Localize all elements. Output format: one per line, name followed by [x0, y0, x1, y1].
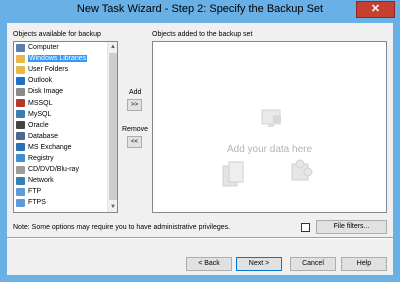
network-icon [16, 176, 25, 185]
libraries-icon [16, 54, 25, 63]
list-item-label: MySQL [28, 110, 52, 118]
window-title: New Task Wizard - Step 2: Specify the Ba… [76, 3, 324, 15]
list-item[interactable]: Network [14, 175, 108, 186]
available-objects-list[interactable]: Computer Windows Libraries User Folders Out… [13, 41, 118, 213]
registry-icon [16, 154, 25, 163]
documents-icon [222, 161, 244, 187]
file-filters-checkbox[interactable] [301, 223, 310, 232]
list-item-label: Database [28, 132, 58, 140]
list-item[interactable]: CD/DVD/Blu-ray [14, 164, 108, 175]
list-item-label: FTPS [28, 199, 46, 207]
user-folder-icon [16, 65, 25, 74]
list-item[interactable]: Windows Libraries [14, 53, 108, 64]
scroll-down-arrow[interactable]: ▼ [108, 202, 117, 212]
database-icon [16, 132, 25, 141]
exchange-icon [16, 143, 25, 152]
list-item-label: MSSQL [28, 99, 53, 107]
list-item[interactable]: FTP [14, 186, 108, 197]
mssql-icon [16, 99, 25, 108]
back-button[interactable]: < Back [186, 257, 232, 271]
list-scrollbar[interactable]: ▲ ▼ [107, 42, 117, 212]
available-objects-label: Objects available for backup [13, 31, 101, 38]
list-item-label: Disk Image [28, 88, 64, 96]
add-data-placeholder: Add your data here [226, 144, 313, 155]
disk-image-icon [16, 87, 25, 96]
list-item[interactable]: Outlook [14, 75, 108, 86]
help-button[interactable]: Help [341, 257, 387, 271]
remove-button[interactable]: << [127, 136, 142, 148]
mysql-icon [16, 110, 25, 119]
list-item-label: Oracle [28, 121, 49, 129]
admin-note: Note: Some options may require you to ha… [13, 224, 231, 231]
puzzle-icon [291, 159, 313, 181]
list-item-label: Network [28, 177, 54, 185]
file-filters-button[interactable]: File filters... [316, 220, 387, 234]
wizard-body: Objects available for backup Objects add… [7, 23, 393, 275]
remove-label: Remove [122, 126, 149, 133]
title-bar[interactable]: New Task Wizard - Step 2: Specify the Ba… [0, 0, 400, 22]
list-item-label: Registry [28, 154, 54, 162]
list-item[interactable]: Database [14, 131, 108, 142]
placeholder-graphic [222, 109, 313, 187]
ftps-icon [16, 198, 25, 207]
list-item[interactable]: Oracle [14, 120, 108, 131]
footer-separator [7, 237, 393, 239]
scroll-up-arrow[interactable]: ▲ [108, 42, 117, 52]
list-item-label: Computer [28, 44, 59, 52]
list-item[interactable]: Computer [14, 42, 108, 53]
outlook-icon [16, 76, 25, 85]
next-button[interactable]: Next > [236, 257, 282, 271]
oracle-icon [16, 121, 25, 130]
wizard-window: New Task Wizard - Step 2: Specify the Ba… [0, 0, 400, 282]
list-item-label: FTP [28, 188, 42, 196]
add-button[interactable]: >> [127, 99, 142, 111]
list-item[interactable]: FTPS [14, 197, 108, 208]
list-item[interactable]: Disk Image [14, 86, 108, 97]
list-item[interactable]: MSSQL [14, 97, 108, 108]
backup-set-list[interactable]: Add your data here [152, 41, 387, 213]
monitor-icon [261, 109, 281, 127]
add-label: Add [129, 89, 142, 96]
added-objects-label: Objects added to the backup set [152, 31, 253, 38]
list-item[interactable]: MS Exchange [14, 142, 108, 153]
cancel-button[interactable]: Cancel [290, 257, 336, 271]
list-item[interactable]: Registry [14, 153, 108, 164]
list-item[interactable]: User Folders [14, 64, 108, 75]
close-button[interactable]: ✕ [356, 1, 395, 18]
computer-icon [16, 43, 25, 52]
list-item-label: User Folders [28, 66, 69, 74]
list-item[interactable]: MySQL [14, 109, 108, 120]
scroll-thumb[interactable] [109, 53, 117, 200]
list-item-label: Windows Libraries [28, 55, 88, 63]
disc-icon [16, 165, 25, 174]
list-item-label: MS Exchange [28, 143, 72, 151]
list-item-label: Outlook [28, 77, 53, 85]
list-item-label: CD/DVD/Blu-ray [28, 166, 79, 174]
ftp-icon [16, 187, 25, 196]
